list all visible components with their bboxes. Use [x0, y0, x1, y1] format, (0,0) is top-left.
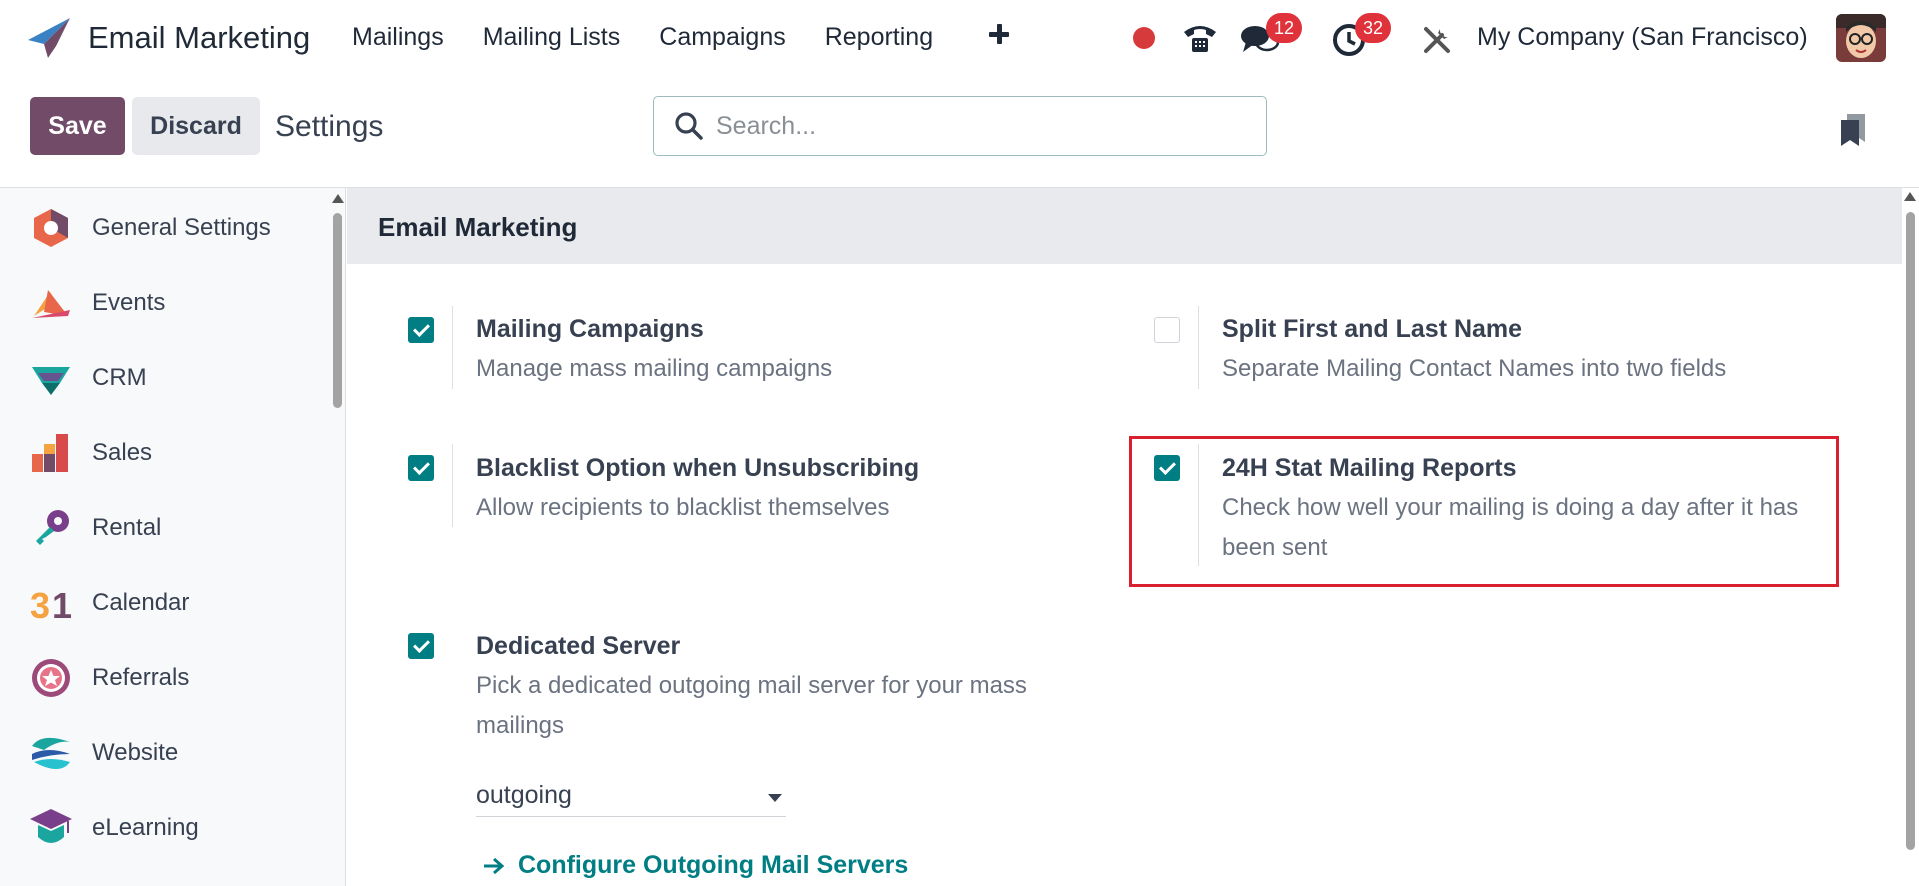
- events-icon: [32, 290, 70, 318]
- referrals-icon: [32, 659, 70, 697]
- section-header: [347, 188, 1902, 264]
- sidebar-item-website[interactable]: Website: [0, 722, 320, 782]
- setting-divider: [452, 306, 453, 389]
- scroll-up-arrow-icon[interactable]: [1904, 192, 1916, 201]
- plus-icon[interactable]: [985, 20, 1015, 50]
- sidebar-item-label: General Settings: [92, 214, 271, 241]
- user-avatar[interactable]: [1836, 14, 1886, 62]
- sidebar-item-events[interactable]: Events: [0, 272, 320, 332]
- sidebar-item-label: Website: [92, 739, 179, 766]
- split-name-checkbox[interactable]: [1154, 317, 1180, 343]
- configure-mail-servers-label: Configure Outgoing Mail Servers: [518, 851, 909, 879]
- sidebar-item-label: eLearning: [92, 814, 199, 841]
- save-button[interactable]: Save: [30, 97, 125, 155]
- sidebar-item-elearning[interactable]: eLearning: [0, 797, 320, 857]
- svg-text:3: 3: [30, 585, 50, 624]
- menu-reporting[interactable]: Reporting: [825, 23, 933, 52]
- sales-icon: [32, 434, 68, 472]
- setting-description: Check how well your mailing is doing a d…: [1222, 494, 1799, 561]
- chat-count-badge: 12: [1266, 13, 1303, 43]
- setting-title: 24H Stat Mailing Reports: [1222, 454, 1517, 482]
- activity-count-badge: 32: [1355, 13, 1392, 43]
- elearning-icon: [30, 809, 72, 843]
- email-marketing-logo-icon[interactable]: [26, 16, 72, 60]
- rental-icon: [36, 510, 69, 545]
- blacklist-option-checkbox[interactable]: [408, 455, 434, 481]
- setting-divider: [1198, 444, 1199, 566]
- recording-dot-icon[interactable]: [1133, 27, 1155, 49]
- menu-mailing-lists[interactable]: Mailing Lists: [483, 23, 621, 52]
- tools-icon[interactable]: [1420, 23, 1454, 57]
- setting-description: Separate Mailing Contact Names into two …: [1222, 355, 1727, 382]
- sidebar-item-label: Events: [92, 289, 166, 316]
- sidebar-scroll-thumb[interactable]: [333, 213, 342, 408]
- company-switcher[interactable]: My Company (San Francisco): [1477, 23, 1808, 52]
- sidebar-item-label: Calendar: [92, 589, 190, 616]
- sidebar-item-calendar[interactable]: 3 1 Calendar: [0, 572, 320, 632]
- main-menu: Mailings Mailing Lists Campaigns Reporti…: [352, 23, 972, 52]
- configure-mail-servers-link[interactable]: Configure Outgoing Mail Servers: [482, 851, 908, 880]
- discard-button[interactable]: Discard: [132, 97, 260, 155]
- sidebar-item-label: Rental: [92, 514, 162, 541]
- 24h-stat-reports-checkbox[interactable]: [1154, 455, 1180, 481]
- bookmark-icon[interactable]: [1839, 112, 1867, 148]
- sidebar-item-referrals[interactable]: Referrals: [0, 647, 320, 707]
- search-input[interactable]: [716, 109, 1246, 143]
- menu-campaigns[interactable]: Campaigns: [659, 23, 785, 52]
- settings-sidebar: General Settings Events CRM Sales Rental…: [0, 188, 346, 886]
- crm-icon: [32, 367, 70, 395]
- sidebar-item-general-settings[interactable]: General Settings: [0, 197, 320, 257]
- phone-icon[interactable]: [1180, 20, 1220, 56]
- setting-title: Blacklist Option when Unsubscribing: [476, 454, 920, 482]
- general-settings-icon: [34, 209, 68, 247]
- setting-title: Split First and Last Name: [1222, 315, 1523, 343]
- mailing-campaigns-checkbox[interactable]: [408, 317, 434, 343]
- setting-description: Allow recipients to blacklist themselves: [476, 494, 890, 521]
- main-scroll-thumb[interactable]: [1906, 212, 1915, 850]
- sidebar-item-label: Sales: [92, 439, 153, 466]
- sidebar-item-sales[interactable]: Sales: [0, 422, 320, 482]
- setting-divider: [1198, 306, 1199, 389]
- app-title[interactable]: Email Marketing: [88, 20, 310, 56]
- calendar-icon: 3 1: [30, 585, 72, 624]
- top-navbar: Email Marketing Mailings Mailing Lists C…: [0, 0, 1919, 78]
- sidebar-item-label: Referrals: [92, 664, 190, 691]
- setting-description: Pick a dedicated outgoing mail server fo…: [476, 672, 1027, 739]
- setting-divider: [452, 444, 453, 527]
- menu-mailings[interactable]: Mailings: [352, 23, 444, 52]
- sidebar-item-label: CRM: [92, 364, 147, 391]
- setting-description: Manage mass mailing campaigns: [476, 355, 833, 382]
- website-icon: [32, 737, 70, 769]
- breadcrumb: Settings: [275, 110, 384, 143]
- setting-title: Mailing Campaigns: [476, 315, 704, 343]
- svg-text:1: 1: [52, 585, 72, 624]
- dedicated-server-checkbox[interactable]: [408, 633, 434, 659]
- search-box[interactable]: [653, 96, 1267, 156]
- mail-server-select[interactable]: outgoing: [476, 777, 786, 817]
- setting-title: Dedicated Server: [476, 632, 681, 660]
- scroll-up-arrow-icon[interactable]: [332, 194, 344, 203]
- sidebar-item-rental[interactable]: Rental: [0, 497, 320, 557]
- arrow-right-icon: [484, 858, 505, 875]
- sidebar-item-crm[interactable]: CRM: [0, 347, 320, 407]
- mail-server-select-value: outgoing: [476, 781, 572, 809]
- search-icon: [675, 112, 703, 140]
- caret-down-icon: [768, 794, 782, 802]
- section-title: Email Marketing: [378, 212, 578, 242]
